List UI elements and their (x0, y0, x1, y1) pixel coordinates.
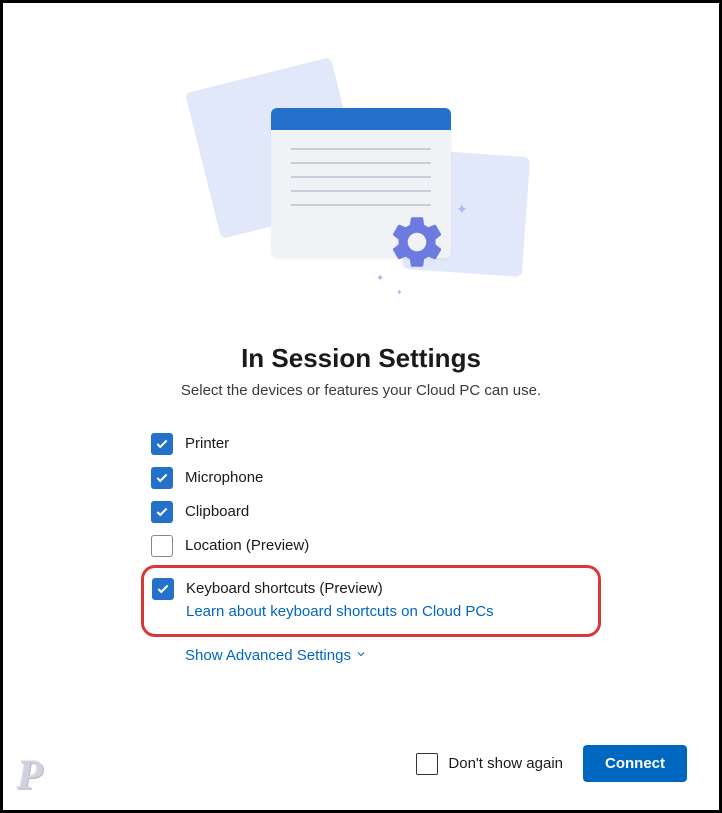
dont-show-again-row: Don't show again (416, 753, 563, 775)
checkbox-keyboard-shortcuts[interactable] (152, 578, 174, 600)
option-label: Keyboard shortcuts (Preview) (186, 577, 494, 601)
sparkle-icon: ✦ (456, 201, 468, 218)
checkbox-clipboard[interactable] (151, 501, 173, 523)
option-printer: Printer (151, 427, 571, 461)
watermark-logo: P (17, 752, 43, 800)
page-subtitle: Select the devices or features your Clou… (31, 382, 691, 399)
connect-button[interactable]: Connect (583, 745, 687, 782)
page-title: In Session Settings (31, 343, 691, 374)
highlighted-option: Keyboard shortcuts (Preview) Learn about… (141, 565, 601, 637)
option-microphone: Microphone (151, 461, 571, 495)
sparkle-icon: ✦ (396, 288, 403, 297)
checkbox-dont-show-again[interactable] (416, 753, 438, 775)
option-label: Clipboard (185, 500, 249, 524)
show-advanced-settings-link[interactable]: Show Advanced Settings (185, 647, 571, 664)
option-location: Location (Preview) (151, 529, 571, 563)
option-label: Location (Preview) (185, 534, 309, 558)
keyboard-shortcuts-learn-link[interactable]: Learn about keyboard shortcuts on Cloud … (186, 601, 494, 623)
option-label: Microphone (185, 466, 263, 490)
option-label: Printer (185, 432, 229, 456)
checkbox-location[interactable] (151, 535, 173, 557)
checkbox-printer[interactable] (151, 433, 173, 455)
advanced-link-label: Show Advanced Settings (185, 647, 351, 664)
footer: Don't show again Connect (416, 745, 687, 782)
sparkle-icon: ✦ (376, 273, 384, 284)
checkbox-microphone[interactable] (151, 467, 173, 489)
illustration: ✦ ✦ ✦ (31, 73, 691, 303)
options-list: Printer Microphone Clipboard Location (P… (151, 427, 571, 664)
chevron-down-icon (355, 647, 367, 664)
option-keyboard-shortcuts: Keyboard shortcuts (Preview) Learn about… (152, 572, 590, 628)
option-clipboard: Clipboard (151, 495, 571, 529)
gear-icon (386, 211, 448, 278)
dont-show-again-label: Don't show again (448, 755, 563, 772)
